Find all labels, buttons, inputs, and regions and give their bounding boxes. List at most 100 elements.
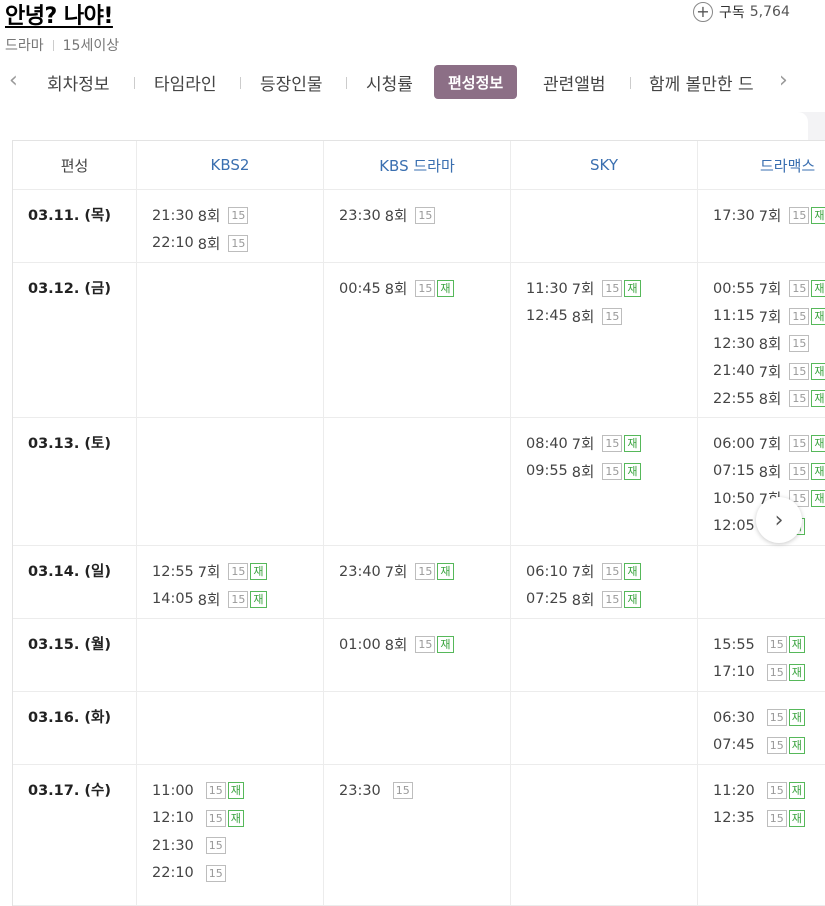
subscribe-label: 구독 <box>719 5 745 21</box>
subscribe-button[interactable]: + 구독 5,764 <box>693 0 790 24</box>
age-rating-badge: 15 <box>205 864 226 882</box>
schedule-cell <box>511 190 698 262</box>
episode-number: 7회 <box>758 437 782 454</box>
rerun-badge: 재 <box>811 307 825 325</box>
schedule-entry: 06:10 7회 15 재 <box>526 558 697 586</box>
age-rating-badge: 15 <box>392 782 413 800</box>
episode-number: 8회 <box>758 337 782 354</box>
date-cell: 03.15. (월) <box>13 619 137 691</box>
airtime: 12:30 <box>713 335 755 352</box>
episode-number: 7회 <box>571 565 595 582</box>
column-header-dramax[interactable]: 드라맥스 <box>698 141 825 189</box>
schedule-entry: 21:40 7회 15 재 <box>713 358 825 386</box>
rerun-badge: 재 <box>788 736 805 754</box>
tab-timeline[interactable]: 타임라인 <box>154 68 217 96</box>
age-rating-badge: 15 <box>789 390 810 408</box>
age-rating-badge: 15 <box>789 307 810 325</box>
tab-cast[interactable]: 등장인물 <box>260 68 323 96</box>
age-rating-badge: 15 <box>789 335 810 353</box>
rerun-badge: 재 <box>788 709 805 727</box>
tab-albums[interactable]: 관련앨범 <box>543 68 606 96</box>
table-row: 03.16. (화) 06:30 15 재 07:45 15 재 <box>13 692 825 765</box>
chevron-right-icon: › <box>774 507 784 533</box>
rerun-badge: 재 <box>227 809 244 827</box>
schedule-cell <box>137 418 324 545</box>
age-rating-badge: 15 <box>766 663 787 681</box>
column-header-kbs2[interactable]: KBS2 <box>137 141 324 189</box>
table-row: 03.17. (수) 11:00 15 재 12:10 15 재 21:30 15 22:10 15… <box>13 765 825 906</box>
episode-number: 8회 <box>384 638 408 655</box>
schedule-cell: 00:55 7회 15 재 11:15 7회 15 재 12:30 8회 15 21:40 7회 15 재 2… <box>698 263 825 417</box>
tab-ratings[interactable]: 시청률 <box>366 68 413 96</box>
tab-recommended[interactable]: 함께 볼만한 드 <box>649 68 762 96</box>
rerun-badge: 재 <box>811 280 825 298</box>
episode-number: 7회 <box>197 565 221 582</box>
airtime: 23:30 <box>339 782 381 799</box>
column-header-kbs-drama[interactable]: KBS 드라마 <box>324 141 511 189</box>
rerun-badge: 재 <box>250 590 267 608</box>
tab-prev-icon[interactable]: ‹ <box>9 70 18 92</box>
airtime: 14:05 <box>152 591 194 608</box>
plus-icon: + <box>693 2 713 22</box>
tab-bar: ‹ 회차정보 타임라인 등장인물 시청률 편성정보 관련앨범 함께 볼만한 드 … <box>0 64 825 100</box>
tab-schedule[interactable]: 편성정보 <box>434 65 518 99</box>
tab-divider <box>240 77 241 89</box>
schedule-cell <box>137 692 324 764</box>
schedule-cell: 11:00 15 재 12:10 15 재 21:30 15 22:10 15 <box>137 765 324 905</box>
airtime: 07:25 <box>526 591 568 608</box>
age-rating-badge: 15 <box>766 809 787 827</box>
column-header-sky[interactable]: SKY <box>511 141 698 189</box>
schedule-entry: 11:30 7회 15 재 <box>526 275 697 303</box>
airtime: 11:20 <box>713 782 755 799</box>
scroll-right-button[interactable]: › <box>756 497 802 543</box>
schedule-entry: 12:35 15 재 <box>713 805 825 833</box>
schedule-cell <box>137 619 324 691</box>
schedule-entry: 07:45 15 재 <box>713 732 825 760</box>
age-rating-badge: 15 <box>602 280 623 298</box>
rerun-badge: 재 <box>437 636 454 654</box>
airtime: 21:30 <box>152 207 194 224</box>
table-header-row: 편성 KBS2 KBS 드라마 SKY 드라맥스 <box>13 141 825 190</box>
age-rating-badge: 15 <box>415 636 436 654</box>
schedule-entry: 22:10 15 <box>152 860 323 888</box>
episode-number: 8회 <box>197 592 221 609</box>
schedule-entry: 17:30 7회 15 재 <box>713 202 825 230</box>
schedule-cell <box>511 619 698 691</box>
tab-episode-info[interactable]: 회차정보 <box>47 68 110 96</box>
tab-next-icon[interactable]: › <box>779 70 788 92</box>
table-row: 03.12. (금) 00:45 8회 15 재 11:30 7회 15 재 12:45 8회 15 0… <box>13 263 825 418</box>
schedule-cell: 11:30 7회 15 재 12:45 8회 15 <box>511 263 698 417</box>
rerun-badge: 재 <box>788 636 805 654</box>
tab-divider <box>346 77 347 89</box>
table-row: 03.13. (토) 08:40 7회 15 재 09:55 8회 15 재 06:00 7회 15 재… <box>13 418 825 546</box>
episode-number: 8회 <box>384 209 408 226</box>
schedule-entry: 12:30 8회 15 <box>713 330 825 358</box>
schedule-entry: 23:30 15 <box>339 777 510 805</box>
age-rating-badge: 15 <box>602 307 623 325</box>
schedule-entry: 12:55 7회 15 재 <box>152 558 323 586</box>
schedule-cell: 06:10 7회 15 재 07:25 8회 15 재 <box>511 546 698 618</box>
airtime: 06:10 <box>526 563 568 580</box>
schedule-entry: 11:00 15 재 <box>152 777 323 805</box>
age-rating-badge: 15 <box>789 280 810 298</box>
rerun-badge: 재 <box>811 362 825 380</box>
episode-number: 7회 <box>571 282 595 299</box>
schedule-cell: 23:30 8회 15 <box>324 190 511 262</box>
airtime: 07:15 <box>713 463 755 480</box>
episode-number: 7회 <box>758 209 782 226</box>
schedule-cell <box>137 263 324 417</box>
airtime: 22:10 <box>152 235 194 252</box>
airtime: 00:55 <box>713 280 755 297</box>
schedule-entry: 00:45 8회 15 재 <box>339 275 510 303</box>
schedule-entry: 07:15 8회 15 재 <box>713 458 825 486</box>
program-meta: 드라마 15세이상 <box>5 35 119 55</box>
schedule-cell <box>511 765 698 905</box>
schedule-entry: 07:25 8회 15 재 <box>526 586 697 614</box>
schedule-table: 편성 KBS2 KBS 드라마 SKY 드라맥스 03.11. (목) 21:30… <box>12 140 825 906</box>
episode-number: 8회 <box>384 282 408 299</box>
age-rating-badge: 15 <box>205 837 226 855</box>
age-rating-badge: 15 <box>228 590 249 608</box>
rerun-badge: 재 <box>624 590 641 608</box>
schedule-cell: 12:55 7회 15 재 14:05 8회 15 재 <box>137 546 324 618</box>
program-title[interactable]: 안녕? 나야! <box>5 0 113 30</box>
